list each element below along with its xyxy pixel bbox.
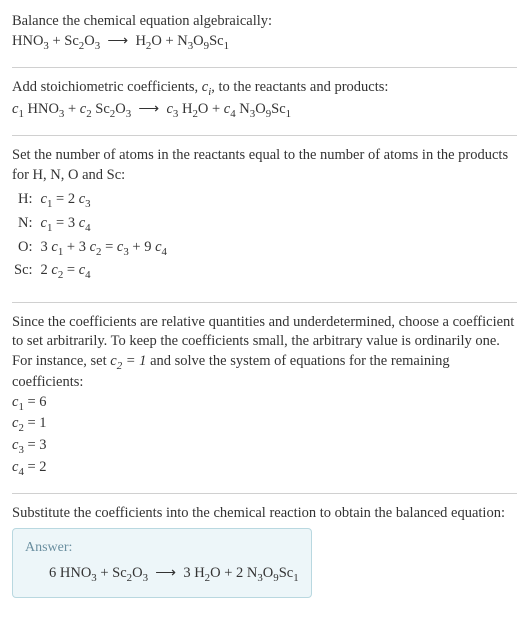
solution-c2: c2 = 1 — [12, 414, 517, 436]
step1-chem-eq: c1 HNO3 + c2 Sc2O3 ⟶ c3 H2O + c4 N3O9Sc1 — [12, 100, 517, 122]
step1-intro-b: , to the reactants and products: — [211, 79, 388, 95]
step3-c2set: c2 = 1 — [110, 353, 146, 369]
separator — [12, 135, 517, 136]
step2-intro: Set the number of atoms in the reactants… — [12, 146, 517, 185]
step4-block: Substitute the coefficients into the che… — [12, 500, 517, 606]
row-eq: c1 = 2 c3 — [39, 189, 173, 213]
step1-block: Add stoichiometric coefficients, ci, to … — [12, 74, 517, 129]
step1-intro-a: Add stoichiometric coefficients, — [12, 79, 202, 95]
step2-block: Set the number of atoms in the reactants… — [12, 142, 517, 295]
answer-equation: 6 HNO3 + Sc2O3 ⟶ 3 H2O + 2 N3O9Sc1 — [25, 564, 299, 586]
step4-intro: Substitute the coefficients into the che… — [12, 504, 517, 524]
row-label: Sc: — [12, 260, 39, 284]
row-eq: 3 c1 + 3 c2 = c3 + 9 c4 — [39, 237, 173, 261]
step1-intro: Add stoichiometric coefficients, ci, to … — [12, 78, 517, 100]
header-chem-eq: HNO3 + Sc2O3 ⟶ H2O + N3O9Sc1 — [12, 32, 517, 54]
solution-c1: c1 = 6 — [12, 393, 517, 415]
separator — [12, 302, 517, 303]
step3-block: Since the coefficients are relative quan… — [12, 309, 517, 488]
table-row: Sc: 2 c2 = c4 — [12, 260, 173, 284]
row-label: O: — [12, 237, 39, 261]
solution-c3: c3 = 3 — [12, 436, 517, 458]
element-equations-table: H: c1 = 2 c3 N: c1 = 3 c4 O: 3 c1 + 3 c2… — [12, 189, 173, 283]
row-label: N: — [12, 213, 39, 237]
separator — [12, 67, 517, 68]
solution-c4: c4 = 2 — [12, 458, 517, 480]
header-line1: Balance the chemical equation algebraica… — [12, 12, 517, 32]
step1-ci: ci — [202, 79, 211, 95]
row-eq: c1 = 3 c4 — [39, 213, 173, 237]
answer-box: Answer: 6 HNO3 + Sc2O3 ⟶ 3 H2O + 2 N3O9S… — [12, 528, 312, 598]
table-row: N: c1 = 3 c4 — [12, 213, 173, 237]
table-row: O: 3 c1 + 3 c2 = c3 + 9 c4 — [12, 237, 173, 261]
table-row: H: c1 = 2 c3 — [12, 189, 173, 213]
separator — [12, 493, 517, 494]
answer-title: Answer: — [25, 539, 299, 558]
row-eq: 2 c2 = c4 — [39, 260, 173, 284]
header-block: Balance the chemical equation algebraica… — [12, 8, 517, 61]
row-label: H: — [12, 189, 39, 213]
step3-intro: Since the coefficients are relative quan… — [12, 313, 517, 393]
